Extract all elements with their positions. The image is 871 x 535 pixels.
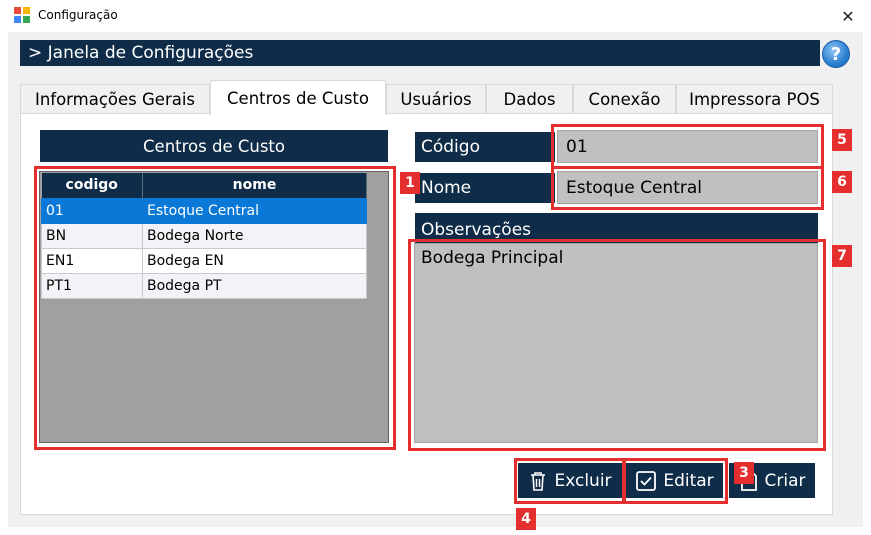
tab-impressora-pos[interactable]: Impressora POS [676, 84, 833, 114]
cell-nome: Bodega Norte [142, 222, 367, 249]
cell-codigo: 01 [41, 197, 143, 224]
trash-icon [531, 471, 546, 491]
table-row[interactable]: BN Bodega Norte [41, 222, 367, 249]
codigo-label: Código [415, 132, 555, 162]
tab-informacoes-gerais[interactable]: Informações Gerais [20, 84, 210, 114]
annotation-badge-1: 1 [400, 172, 420, 194]
annotation-badge-3: 3 [734, 462, 754, 484]
table-row[interactable]: EN1 Bodega EN [41, 247, 367, 274]
checkbox-icon [636, 470, 657, 491]
cell-codigo: PT1 [41, 272, 143, 299]
close-icon[interactable]: ✕ [825, 0, 871, 32]
cost-center-grid[interactable]: codigo nome 01 Estoque Central BN Bodega… [39, 171, 389, 443]
window-titlebar: Configuração ✕ [0, 0, 871, 32]
criar-label: Criar [764, 470, 806, 491]
cell-nome: Bodega EN [142, 247, 367, 274]
annotation-badge-6: 6 [832, 171, 852, 193]
column-header-nome[interactable]: nome [142, 173, 367, 198]
tab-strip: Informações Gerais Centros de Custo Usuá… [20, 80, 835, 115]
column-header-codigo[interactable]: codigo [41, 173, 143, 198]
cell-codigo: EN1 [41, 247, 143, 274]
editar-button[interactable]: Editar [626, 463, 723, 498]
help-icon[interactable]: ? [822, 40, 850, 68]
excluir-button[interactable]: Excluir [518, 463, 622, 498]
list-title: Centros de Custo [40, 130, 388, 162]
cell-nome: Bodega PT [142, 272, 367, 299]
window-title: Configuração [38, 8, 118, 22]
nome-field[interactable]: Estoque Central [557, 171, 818, 204]
excluir-label: Excluir [554, 470, 612, 491]
annotation-badge-4: 4 [516, 508, 536, 530]
tab-usuarios[interactable]: Usuários [386, 84, 486, 114]
observacoes-label: Observações [415, 213, 818, 243]
tab-conexao[interactable]: Conexão [573, 84, 676, 114]
table-row[interactable]: PT1 Bodega PT [41, 272, 367, 299]
codigo-field[interactable]: 01 [557, 130, 818, 163]
cost-center-table: codigo nome 01 Estoque Central BN Bodega… [41, 173, 367, 299]
cell-nome: Estoque Central [142, 197, 367, 224]
nome-label: Nome [415, 173, 555, 203]
annotation-badge-7: 7 [832, 245, 852, 267]
app-logo-icon [14, 7, 31, 24]
tab-centros-de-custo[interactable]: Centros de Custo [210, 80, 386, 115]
editar-label: Editar [663, 470, 714, 491]
tab-dados[interactable]: Dados [486, 84, 573, 114]
annotation-badge-5: 5 [832, 129, 852, 151]
cell-codigo: BN [41, 222, 143, 249]
page-title: > Janela de Configurações [20, 40, 820, 66]
observacoes-textarea[interactable]: Bodega Principal [414, 243, 818, 443]
table-row[interactable]: 01 Estoque Central [41, 197, 367, 224]
